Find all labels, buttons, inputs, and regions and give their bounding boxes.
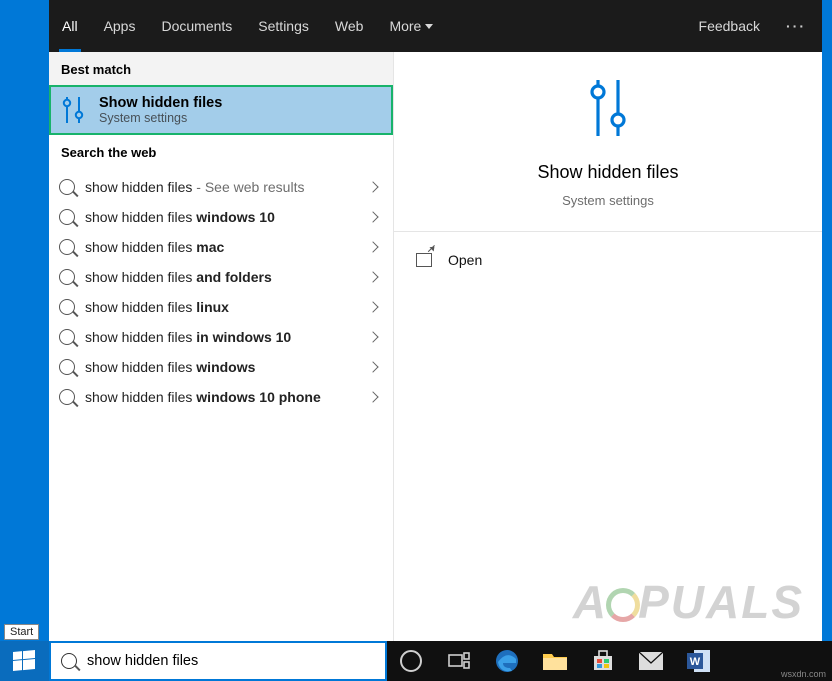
filter-tab-web[interactable]: Web: [322, 0, 377, 52]
best-match-title: Show hidden files: [99, 95, 222, 111]
start-tooltip: Start: [4, 624, 39, 640]
detail-subtitle: System settings: [562, 193, 654, 208]
taskbar-app-edge[interactable]: [483, 641, 531, 681]
taskbar-app-mail[interactable]: [627, 641, 675, 681]
edge-icon: [494, 648, 520, 674]
best-match-subtitle: System settings: [99, 111, 222, 125]
search-icon: [61, 653, 77, 669]
best-match-result[interactable]: Show hidden files System settings: [49, 85, 393, 135]
search-icon: [59, 329, 75, 345]
filter-tab-settings[interactable]: Settings: [245, 0, 322, 52]
filter-tab-documents[interactable]: Documents: [148, 0, 245, 52]
taskbar-search-box[interactable]: [49, 641, 387, 681]
filter-tab-apps[interactable]: Apps: [91, 0, 149, 52]
chevron-right-icon: [367, 391, 378, 402]
search-icon: [59, 359, 75, 375]
web-result[interactable]: show hidden files windows: [49, 352, 393, 382]
word-icon: W: [686, 648, 712, 674]
results-body: Best match Show hidden files System sett…: [49, 52, 822, 641]
search-results-panel: All Apps Documents Settings Web More Fee…: [49, 0, 822, 641]
chevron-right-icon: [367, 241, 378, 252]
web-result[interactable]: show hidden files windows 10 phone: [49, 382, 393, 412]
task-view-button[interactable]: [435, 641, 483, 681]
filter-tab-all[interactable]: All: [49, 0, 91, 52]
search-filter-bar: All Apps Documents Settings Web More Fee…: [49, 0, 822, 52]
chevron-right-icon: [367, 181, 378, 192]
detail-pane: Show hidden files System settings Open: [393, 52, 822, 641]
search-icon: [59, 209, 75, 225]
taskbar-search-input[interactable]: [87, 653, 375, 669]
web-result[interactable]: show hidden files linux: [49, 292, 393, 322]
store-icon: [591, 649, 615, 673]
chevron-right-icon: [367, 361, 378, 372]
more-options-button[interactable]: ···: [778, 14, 814, 38]
detail-header: Show hidden files System settings: [394, 52, 822, 232]
chevron-right-icon: [367, 331, 378, 342]
folder-icon: [542, 650, 568, 672]
search-web-header: Search the web: [49, 135, 393, 168]
cortana-icon: [400, 650, 422, 672]
mail-icon: [638, 651, 664, 671]
settings-sliders-icon: [583, 76, 633, 140]
web-result[interactable]: show hidden files mac: [49, 232, 393, 262]
search-icon: [59, 239, 75, 255]
open-icon: [416, 253, 432, 267]
attribution-text: wsxdn.com: [781, 641, 832, 681]
chevron-down-icon: [425, 24, 433, 29]
search-icon: [59, 389, 75, 405]
start-button[interactable]: [0, 641, 49, 681]
chevron-right-icon: [367, 301, 378, 312]
taskbar-app-explorer[interactable]: [531, 641, 579, 681]
chevron-right-icon: [367, 211, 378, 222]
cortana-button[interactable]: [387, 641, 435, 681]
taskbar: W wsxdn.com: [0, 641, 832, 681]
taskbar-app-store[interactable]: [579, 641, 627, 681]
best-match-header: Best match: [49, 52, 393, 85]
results-left-column: Best match Show hidden files System sett…: [49, 52, 393, 641]
search-icon: [59, 269, 75, 285]
open-action[interactable]: Open: [416, 246, 800, 274]
task-view-icon: [448, 652, 470, 670]
feedback-link[interactable]: Feedback: [699, 18, 760, 34]
web-result[interactable]: show hidden files and folders: [49, 262, 393, 292]
filter-tab-more[interactable]: More: [376, 0, 446, 52]
chevron-right-icon: [367, 271, 378, 282]
taskbar-app-word[interactable]: W: [675, 641, 723, 681]
settings-sliders-icon: [59, 96, 87, 124]
search-icon: [59, 299, 75, 315]
windows-logo-icon: [13, 650, 35, 671]
web-result[interactable]: show hidden files windows 10: [49, 202, 393, 232]
svg-text:W: W: [690, 656, 701, 668]
detail-title: Show hidden files: [537, 162, 678, 183]
web-result[interactable]: show hidden files - See web results: [49, 172, 393, 202]
web-results-list: show hidden files - See web results show…: [49, 168, 393, 641]
search-icon: [59, 179, 75, 195]
web-result[interactable]: show hidden files in windows 10: [49, 322, 393, 352]
detail-actions: Open: [394, 232, 822, 288]
